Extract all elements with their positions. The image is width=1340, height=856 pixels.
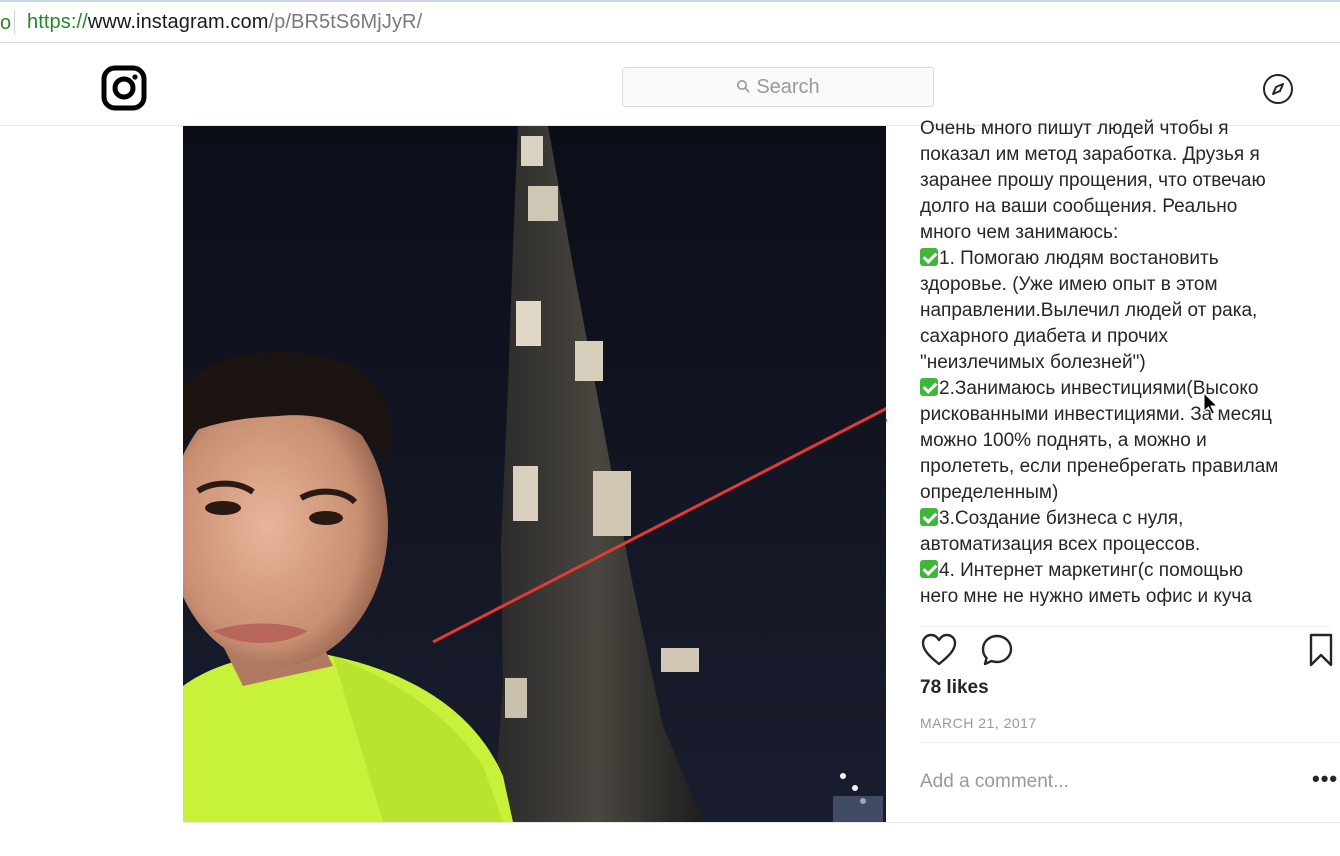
caption-line-item: 2.Занимаюсь инвестициями(Высоко [920, 376, 1335, 402]
heart-icon[interactable] [921, 633, 957, 667]
caption-line: можно 100% поднять, а можно и [920, 430, 1207, 451]
post-date[interactable]: MARCH 21, 2017 [920, 715, 1037, 731]
caption-line: 4. Интернет маркетинг(с помощью [939, 560, 1244, 581]
post-actions [920, 626, 1333, 667]
instagram-logo-icon[interactable] [101, 65, 147, 111]
caption-line: рискованными инвестициями. За месяц [920, 404, 1272, 425]
mouse-cursor-icon [1203, 392, 1219, 415]
caption-line-item: 4. Интернет маркетинг(с помощью [920, 558, 1335, 584]
url-scheme: https:// [27, 11, 88, 33]
add-comment-input[interactable]: Add a comment... [920, 771, 1069, 793]
url-path: /p/BR5tS6MjJyR/ [268, 11, 423, 33]
compass-icon[interactable] [1262, 73, 1294, 105]
instagram-header: Search [0, 43, 1340, 126]
page-gutter [0, 126, 12, 856]
caption-line: показал им метод заработка. Друзья я [920, 144, 1260, 165]
caption-line: определенным) [920, 482, 1059, 503]
caption-line: Очень много пишут людей чтобы я [920, 118, 1229, 139]
caption-line: здоровье. (Уже имею опыт в этом [920, 274, 1218, 295]
check-mark-icon [920, 248, 938, 266]
address-bar-left-fragment: o [0, 12, 12, 34]
comment-icon[interactable] [980, 633, 1014, 667]
caption-line-item: 1. Помогаю людям востановить [920, 246, 1335, 272]
likes-count[interactable]: 78 likes [920, 677, 989, 699]
post-sidebar: Очень много пишут людей чтобы я показал … [887, 118, 1340, 822]
browser-address-bar[interactable]: o https://www.instagram.com/p/BR5tS6MjJy… [0, 0, 1340, 43]
caption-line: него мне не нужно иметь офис и куча [920, 586, 1252, 607]
url-host: www.instagram.com [87, 11, 269, 33]
more-options-button[interactable]: ••• [1312, 766, 1338, 792]
search-placeholder: Search [756, 76, 820, 98]
caption-line: долго на ваши сообщения. Реально [920, 196, 1238, 217]
check-mark-icon [920, 560, 938, 578]
check-mark-icon [920, 378, 938, 396]
post-caption: Очень много пишут людей чтобы я показал … [920, 116, 1335, 611]
url-text[interactable]: https://www.instagram.com/p/BR5tS6MjJyR/ [27, 11, 422, 34]
caption-line: автоматизация всех процессов. [920, 534, 1201, 555]
caption-line: много чем занимаюсь: [920, 222, 1119, 243]
photo-illustration [183, 126, 886, 822]
bookmark-icon[interactable] [1308, 633, 1334, 667]
caption-line: направлении.Вылечил людей от рака, [920, 300, 1258, 321]
post-bottom-border [183, 822, 1340, 823]
caption-line: 1. Помогаю людям востановить [939, 248, 1219, 269]
caption-line: пролететь, если пренебрегать правилам [920, 456, 1279, 477]
address-bar-separator [14, 10, 15, 34]
search-input[interactable]: Search [622, 67, 934, 107]
post-photo[interactable] [183, 126, 886, 822]
search-icon [737, 80, 750, 93]
caption-line: 3.Создание бизнеса с нуля, [939, 508, 1184, 529]
caption-line-item: 3.Создание бизнеса с нуля, [920, 506, 1335, 532]
caption-line: "неизлечимых болезней") [920, 352, 1146, 373]
caption-line: сахарного диабета и прочих [920, 326, 1169, 347]
divider [920, 742, 1340, 743]
check-mark-icon [920, 508, 938, 526]
caption-line: заранее прошу прощения, что отвечаю [920, 170, 1266, 191]
